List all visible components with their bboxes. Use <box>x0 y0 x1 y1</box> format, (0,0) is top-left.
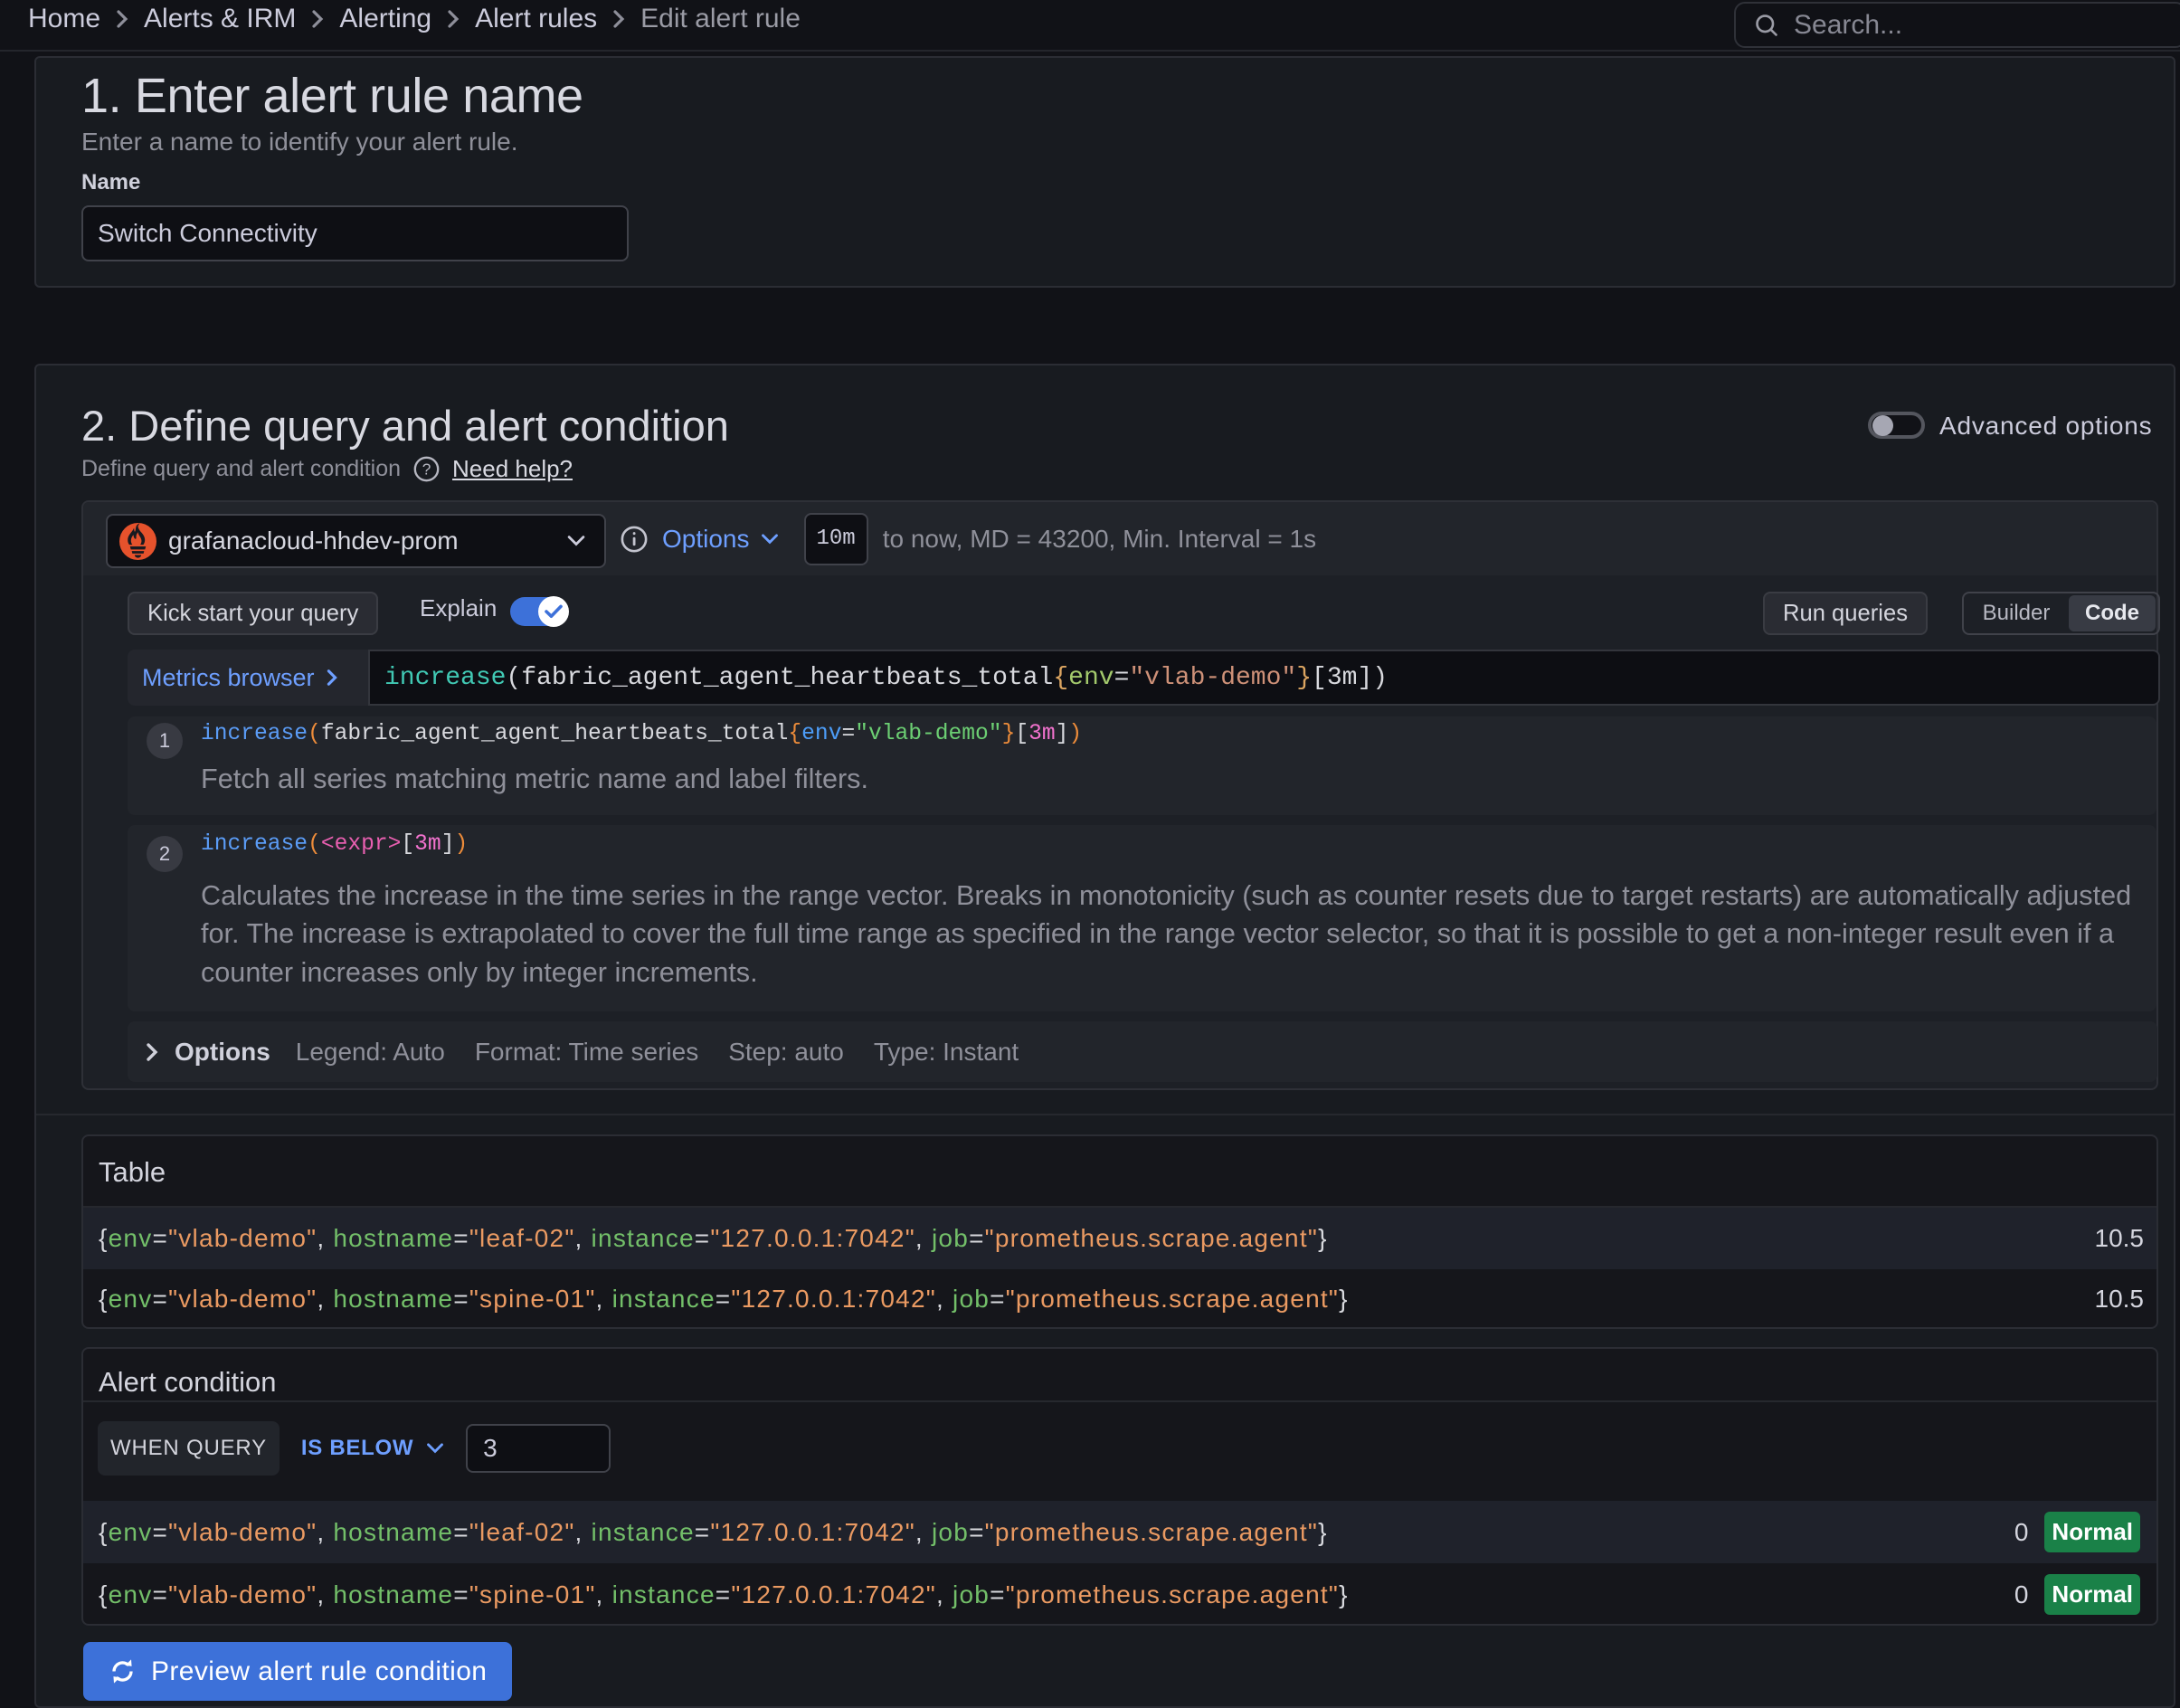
svg-text:?: ? <box>422 460 431 478</box>
